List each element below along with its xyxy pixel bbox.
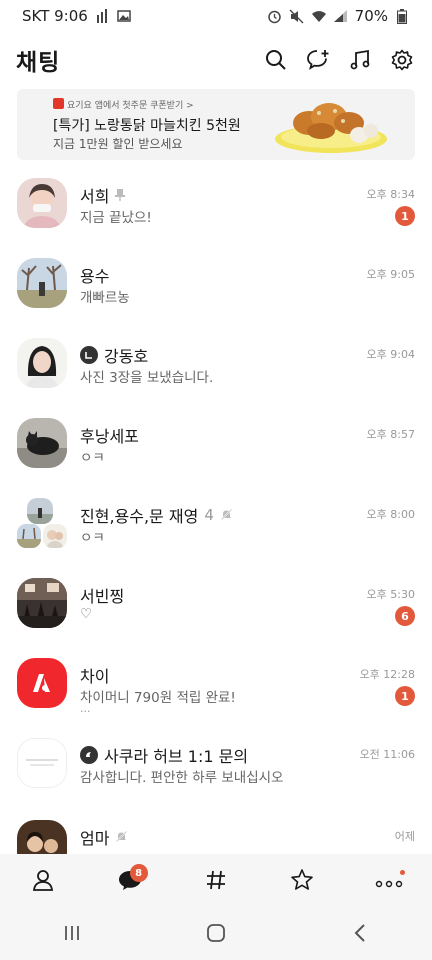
chat-preview: 감사합니다. 편안한 하루 보내십시오 [80, 770, 284, 786]
battery-percent: 70% [354, 7, 388, 25]
avatar [17, 738, 67, 788]
cell-signal-icon [333, 8, 349, 24]
back-icon [353, 923, 367, 947]
status-bar: SKT 9:06 70% [0, 0, 432, 32]
avatar [17, 258, 67, 308]
ad-subtitle: 지금 1만원 할인 받으세요 [53, 137, 183, 151]
mute-bell-icon [220, 506, 233, 525]
chat-name: 강동호 [104, 347, 149, 366]
nav-more[interactable] [369, 862, 409, 902]
back-button[interactable] [340, 915, 380, 955]
avatar [17, 524, 41, 548]
chat-preview: ♡ [80, 606, 93, 622]
avatar [43, 524, 67, 548]
chat-list: 서희 지금 끝났으! 오후 8:34 1 용수 개빠르농 오후 9:05 강동호… [0, 168, 432, 854]
chat-name: 서빈찡 [80, 587, 125, 606]
avatar [17, 338, 67, 388]
hashtag-icon [205, 869, 227, 895]
member-count: 4 [204, 506, 214, 524]
avatar [17, 820, 67, 854]
bottom-nav: 8 [0, 854, 432, 910]
chat-preview: 차이머니 790원 적립 완료! [80, 690, 236, 706]
chat-row-seohee[interactable]: 서희 지금 끝났으! 오후 8:34 1 [0, 168, 432, 248]
alarm-icon [267, 8, 283, 24]
chat-name: 사쿠라 허브 1:1 문의 [104, 747, 249, 766]
wifi-icon [311, 8, 327, 24]
chat-time: 오후 5:30 [366, 588, 415, 601]
avatar [17, 418, 67, 468]
chat-time: 어제 [394, 830, 415, 843]
chai-logo-icon [17, 658, 67, 708]
chat-time: 오후 8:00 [366, 508, 415, 521]
chat-name: 후낭세포 [80, 427, 139, 446]
more-dots-icon [375, 873, 403, 892]
ad-title: [특가] 노랑통닭 마늘치킨 5천원 [53, 118, 241, 134]
chat-row-hunangsepo[interactable]: 후낭세포 ㅇㅋ 오후 8:57 [0, 408, 432, 488]
chat-row-sakura-hub[interactable]: 사쿠라 허브 1:1 문의 감사합니다. 편안한 하루 보내십시오 오전 11:… [0, 732, 432, 814]
nav-chats[interactable]: 8 [110, 862, 150, 902]
person-icon [31, 868, 55, 896]
unread-badge: 1 [395, 206, 415, 226]
chat-row-mom[interactable]: 엄마 어제 [0, 814, 432, 854]
battery-icon [394, 8, 410, 24]
home-icon [206, 923, 226, 947]
chat-time: 오후 9:05 [366, 268, 415, 281]
signal-bars-icon [94, 8, 110, 24]
new-dot [399, 870, 405, 875]
home-button[interactable] [196, 915, 236, 955]
group-avatar [17, 498, 69, 550]
music-icon[interactable] [348, 48, 372, 72]
new-chat-icon[interactable] [306, 48, 330, 72]
nav-friends[interactable] [23, 862, 63, 902]
unread-badge: 1 [395, 686, 415, 706]
chat-preview: 사진 3장을 보냈습니다. [80, 370, 214, 386]
chat-row-kang-dongho[interactable]: 강동호 사진 3장을 보냈습니다. 오후 9:04 [0, 328, 432, 408]
chat-time: 오후 9:04 [366, 348, 415, 361]
chat-name: 차이 [80, 667, 110, 686]
mute-bell-icon [115, 828, 128, 847]
chat-row-yongsu[interactable]: 용수 개빠르농 오후 9:05 [0, 248, 432, 328]
chat-preview: ㅇㅋ [80, 530, 105, 546]
carrier-time: SKT 9:06 [22, 7, 88, 25]
avatar [27, 498, 53, 524]
chat-preview: 개빠르농 [80, 290, 130, 306]
chat-name: 진현,용수,문 재영 [80, 507, 199, 526]
ad-small-text: 요기요 앱에서 첫주문 쿠폰받기 > [67, 101, 194, 111]
search-icon[interactable] [264, 48, 288, 72]
app-header: 채팅 [0, 38, 432, 82]
chat-preview: 지금 끝났으! [80, 210, 152, 226]
recents-button[interactable] [52, 915, 92, 955]
chat-badge: 8 [129, 864, 148, 882]
chat-name: 엄마 [80, 829, 110, 848]
gear-icon[interactable] [390, 48, 414, 72]
talk-channel-icon [80, 346, 98, 364]
recents-icon [63, 924, 81, 946]
avatar [17, 578, 67, 628]
chat-name: 서희 [80, 187, 110, 206]
chat-preview: ㅇㅋ [80, 450, 105, 466]
gallery-icon [116, 8, 132, 24]
avatar [17, 178, 67, 228]
nav-shopping[interactable] [282, 862, 322, 902]
chat-row-group[interactable]: 진현,용수,문 재영 4 ㅇㅋ 오후 8:00 [0, 488, 432, 568]
page-title: 채팅 [16, 50, 61, 76]
pin-icon [115, 186, 126, 205]
chicken-image [271, 93, 391, 157]
chat-time: 오전 11:06 [359, 748, 415, 761]
chat-preview-ellipsis: ... [80, 702, 91, 715]
star-icon [290, 868, 314, 896]
chat-row-seobinjjing[interactable]: 서빈찡 ♡ 오후 5:30 6 [0, 568, 432, 648]
chat-name: 용수 [80, 267, 110, 286]
chat-time: 오후 12:28 [359, 668, 415, 681]
chat-time: 오후 8:57 [366, 428, 415, 441]
android-nav [0, 910, 432, 960]
talk-channel-icon [80, 746, 98, 764]
unread-badge: 6 [395, 606, 415, 626]
chat-row-chai[interactable]: 차이 차이머니 790원 적립 완료! ... 오후 12:28 1 [0, 648, 432, 732]
mute-icon [289, 8, 305, 24]
chat-time: 오후 8:34 [366, 188, 415, 201]
ad-banner[interactable]: 요기요 앱에서 첫주문 쿠폰받기 > [특가] 노랑통닭 마늘치킨 5천원 지금… [17, 89, 415, 160]
nav-view[interactable] [196, 862, 236, 902]
